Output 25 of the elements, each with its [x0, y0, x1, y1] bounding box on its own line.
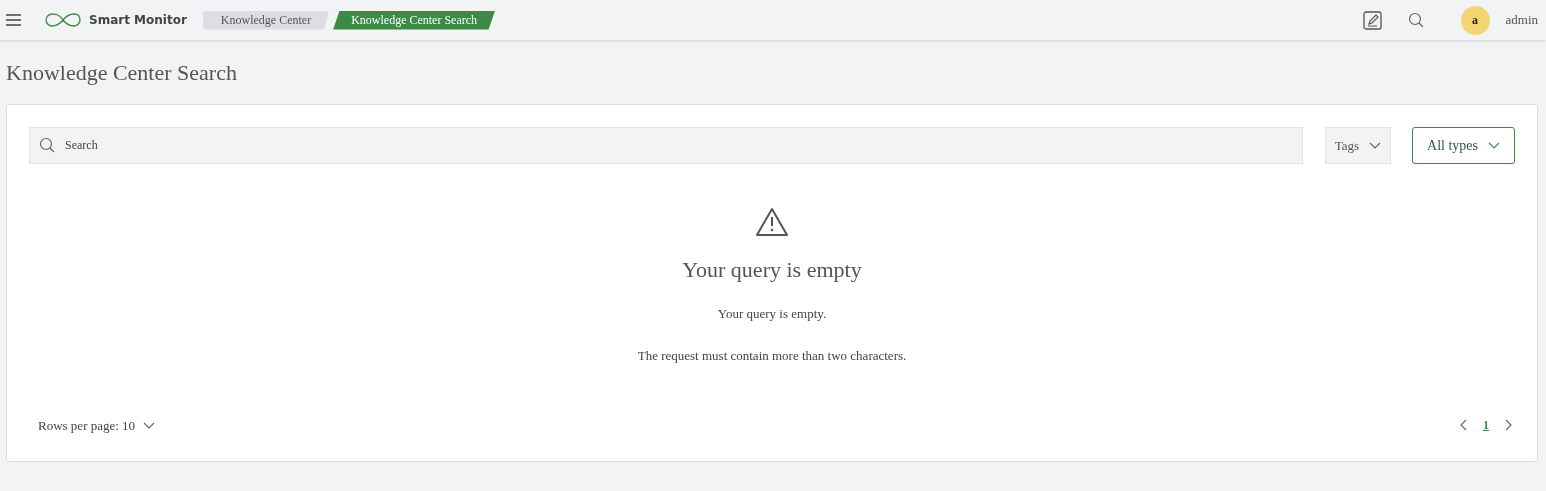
chevron-right-icon[interactable] — [1505, 419, 1512, 432]
user-name[interactable]: admin — [1505, 10, 1538, 30]
chevron-down-icon — [143, 421, 156, 429]
infinity-logo-icon — [45, 13, 81, 27]
breadcrumb-link[interactable]: Knowledge Center — [202, 10, 330, 30]
rows-per-page-dropdown[interactable]: Rows per page: 10 — [38, 415, 156, 435]
page-link[interactable]: 1 — [1483, 416, 1489, 435]
page-title: Knowledge Center Search — [6, 59, 238, 86]
user-avatar[interactable]: a — [1460, 5, 1490, 35]
empty-hint: The request must contain more than two characters. — [637, 346, 907, 365]
app-name: Smart Monitor — [89, 12, 187, 29]
search-icon[interactable] — [1407, 12, 1424, 28]
warning-icon — [755, 207, 789, 237]
empty-message: Your query is empty. — [717, 305, 827, 323]
type-dropdown[interactable]: All types — [1412, 127, 1515, 164]
menu-icon[interactable] — [6, 14, 21, 26]
breadcrumb-link[interactable]: Knowledge Center Search — [333, 10, 496, 30]
chevron-down-icon — [1369, 142, 1382, 149]
tags-dropdown[interactable]: Tags — [1324, 127, 1392, 164]
empty-title: Your query is empty — [682, 256, 862, 284]
chevron-down-icon — [1488, 142, 1500, 149]
edit-icon[interactable] — [1362, 10, 1382, 30]
search-field[interactable]: Search — [29, 127, 1303, 164]
chevron-left-icon[interactable] — [1460, 419, 1467, 432]
search-icon — [39, 137, 55, 153]
